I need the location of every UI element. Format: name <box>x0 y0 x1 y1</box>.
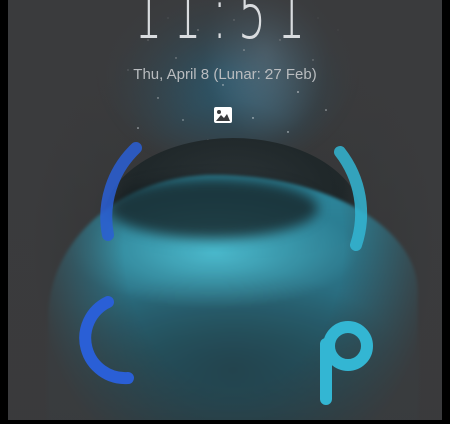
p-letter-icon[interactable] <box>312 314 382 424</box>
image-gallery-icon[interactable] <box>213 106 233 124</box>
date-text: Thu, April 8 (Lunar: 27 Feb) <box>133 66 317 83</box>
clock-time: 11:51 <box>134 0 316 56</box>
